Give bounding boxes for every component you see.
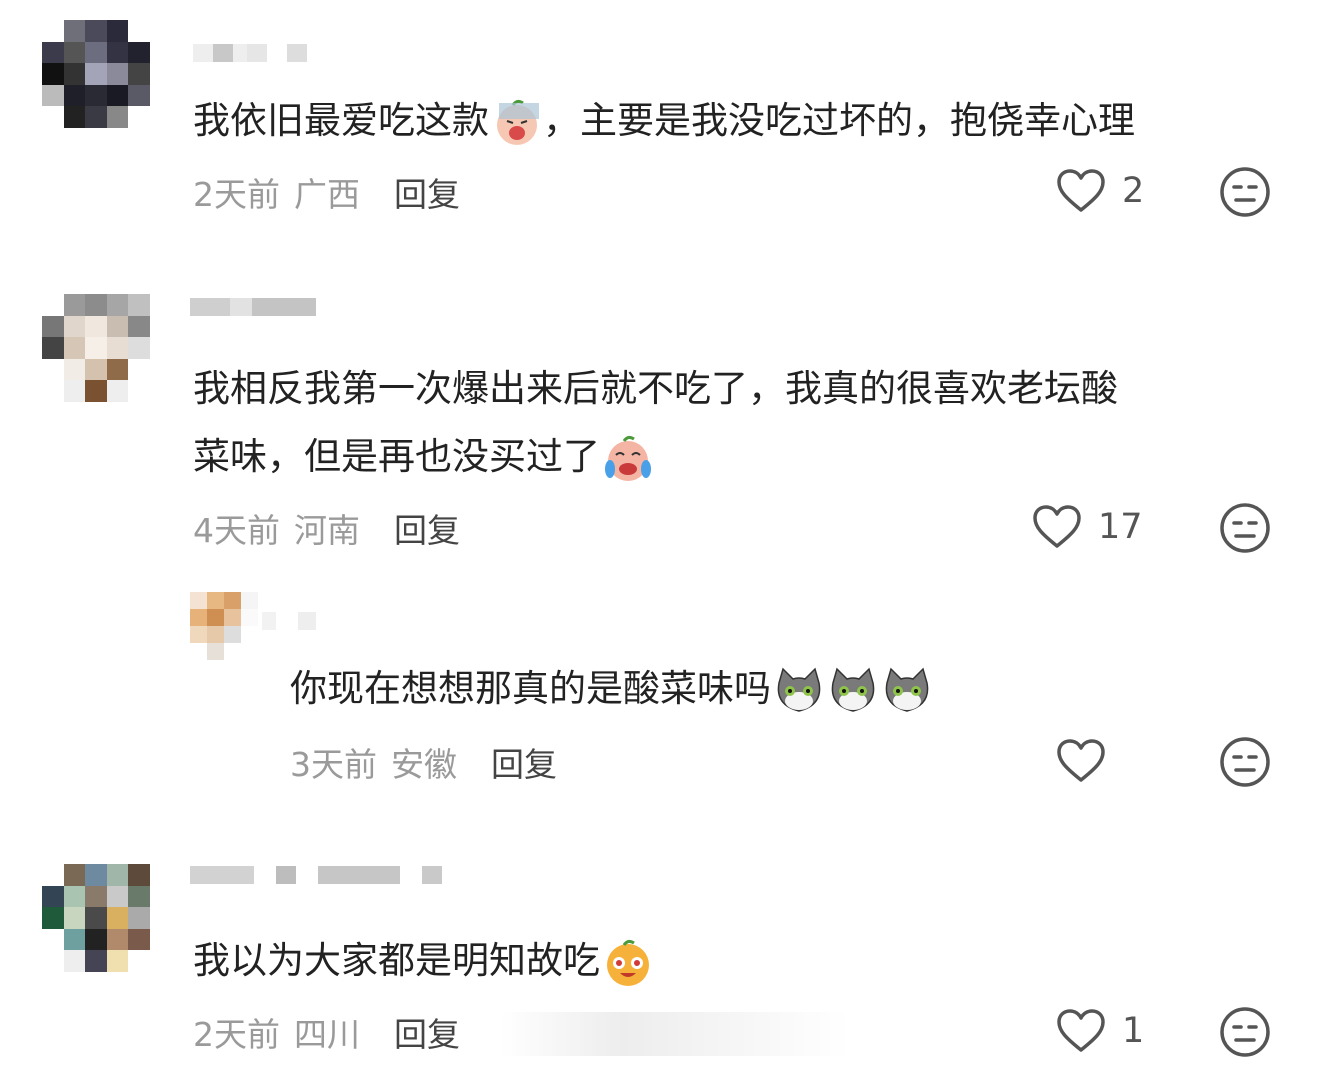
watermark-fade xyxy=(470,1012,850,1056)
comment-text: 我相反我第一次爆出来后就不吃了，我真的很喜欢老坛酸 xyxy=(193,367,1118,410)
username-blurred[interactable] xyxy=(190,866,442,884)
reply-text: 你现在想想那真的是酸菜味吗 xyxy=(290,656,933,722)
comment-time: 2天前 xyxy=(193,175,280,214)
like-button[interactable]: 1 xyxy=(1056,1008,1144,1054)
username-blurred[interactable] xyxy=(262,612,316,630)
like-button[interactable] xyxy=(1056,738,1106,784)
avatar[interactable] xyxy=(190,592,258,660)
neutral-face-icon[interactable] xyxy=(1219,166,1271,218)
comment-meta: 2天前 广西 回复 xyxy=(193,168,460,216)
comment-time: 4天前 xyxy=(193,511,280,550)
neutral-face-icon[interactable] xyxy=(1219,1006,1271,1058)
heart-outline-icon xyxy=(1057,169,1105,212)
comment-meta: 4天前 河南 回复 xyxy=(193,504,460,552)
comment-time: 3天前 xyxy=(290,745,377,784)
like-button[interactable]: 17 xyxy=(1032,504,1143,550)
cat-emoji xyxy=(885,667,929,712)
neutral-face-icon[interactable] xyxy=(1219,736,1271,788)
comment-location: 四川 xyxy=(294,1015,360,1054)
username-blurred[interactable] xyxy=(193,44,307,62)
laugh-cry-peach-emoji xyxy=(605,435,651,481)
reply-meta: 3天前 安徽 回复 xyxy=(290,738,557,786)
reply-button[interactable]: 回复 xyxy=(394,168,460,216)
comment-text: 菜味，但是再也没买过了 xyxy=(193,424,654,490)
comment-location: 广西 xyxy=(294,175,360,214)
cat-emoji xyxy=(777,667,821,712)
comment-meta: 2天前 四川 回复 xyxy=(193,1008,460,1056)
comment-location: 河南 xyxy=(294,511,360,550)
heart-outline-icon xyxy=(1057,1009,1105,1052)
like-button[interactable]: 2 xyxy=(1056,168,1144,214)
reply-button[interactable]: 回复 xyxy=(394,504,460,552)
username-blurred[interactable] xyxy=(190,298,316,316)
reply-button[interactable]: 回复 xyxy=(491,738,557,786)
heart-outline-icon xyxy=(1033,505,1081,548)
star-eyes-emoji xyxy=(607,939,649,986)
like-count: 1 xyxy=(1122,1011,1145,1051)
like-count: 2 xyxy=(1122,171,1145,211)
comment-text: 我以为大家都是明知故吃 xyxy=(193,928,654,994)
cat-emoji xyxy=(831,667,875,712)
avatar[interactable] xyxy=(42,294,150,402)
comment-text: 我依旧最爱吃这款 ，主要是我没吃过坏的，抱侥幸心理 xyxy=(193,88,1135,154)
heart-outline-icon xyxy=(1057,739,1105,782)
neutral-face-icon[interactable] xyxy=(1219,502,1271,554)
avatar[interactable] xyxy=(42,20,150,128)
reply-button[interactable]: 回复 xyxy=(394,1008,460,1056)
like-count: 17 xyxy=(1098,507,1143,547)
avatar[interactable] xyxy=(42,864,150,972)
comment-time: 2天前 xyxy=(193,1015,280,1054)
comment-location: 安徽 xyxy=(391,745,457,784)
crying-peach-emoji xyxy=(497,99,539,145)
